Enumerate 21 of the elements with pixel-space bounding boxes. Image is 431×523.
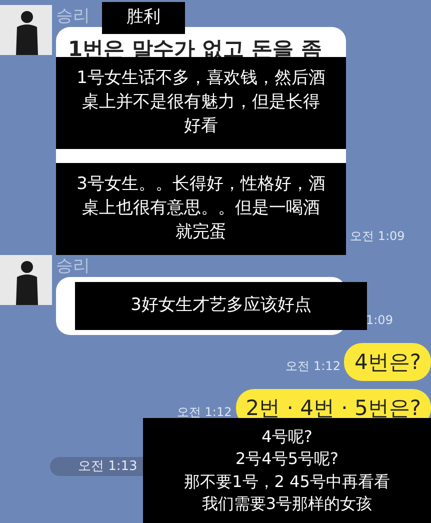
sender-name: 승리 xyxy=(56,5,90,27)
caption-text: 3号女生。。长得好，性格好，酒 xyxy=(76,173,326,196)
caption-text: 那不要1号，2 45号中再看看 xyxy=(184,470,390,492)
message-time: 오전 1:12 xyxy=(286,358,340,375)
caption-text: 1号女生话不多，喜欢钱，然后酒 xyxy=(76,67,326,90)
message-time: 오전 1:09 xyxy=(350,228,405,245)
sender-name: 승리 xyxy=(56,255,90,277)
caption-text: 我们需要3号那样的女孩 xyxy=(202,492,372,515)
caption-text: 4号呢? xyxy=(262,426,312,448)
caption-text: 好看 xyxy=(184,114,218,138)
avatar-icon[interactable] xyxy=(0,5,52,55)
avatar-icon[interactable] xyxy=(0,255,52,305)
caption-text: 胜利 xyxy=(126,6,160,29)
caption-text: 桌上也很有意思。。但是一喝酒 xyxy=(82,197,320,220)
caption-text: 就完蛋 xyxy=(176,220,226,244)
caption-text: 3好女生才艺多应该好点 xyxy=(130,294,312,318)
message-time: 1:09 xyxy=(365,313,393,329)
caption-text: 桌上并不是很有魅力，但是长得 xyxy=(82,91,320,114)
message-time: 오전 1:12 xyxy=(176,404,232,421)
message-bubble: 4번은? xyxy=(344,343,431,381)
caption-text: 2号4号5号呢? xyxy=(235,448,339,470)
